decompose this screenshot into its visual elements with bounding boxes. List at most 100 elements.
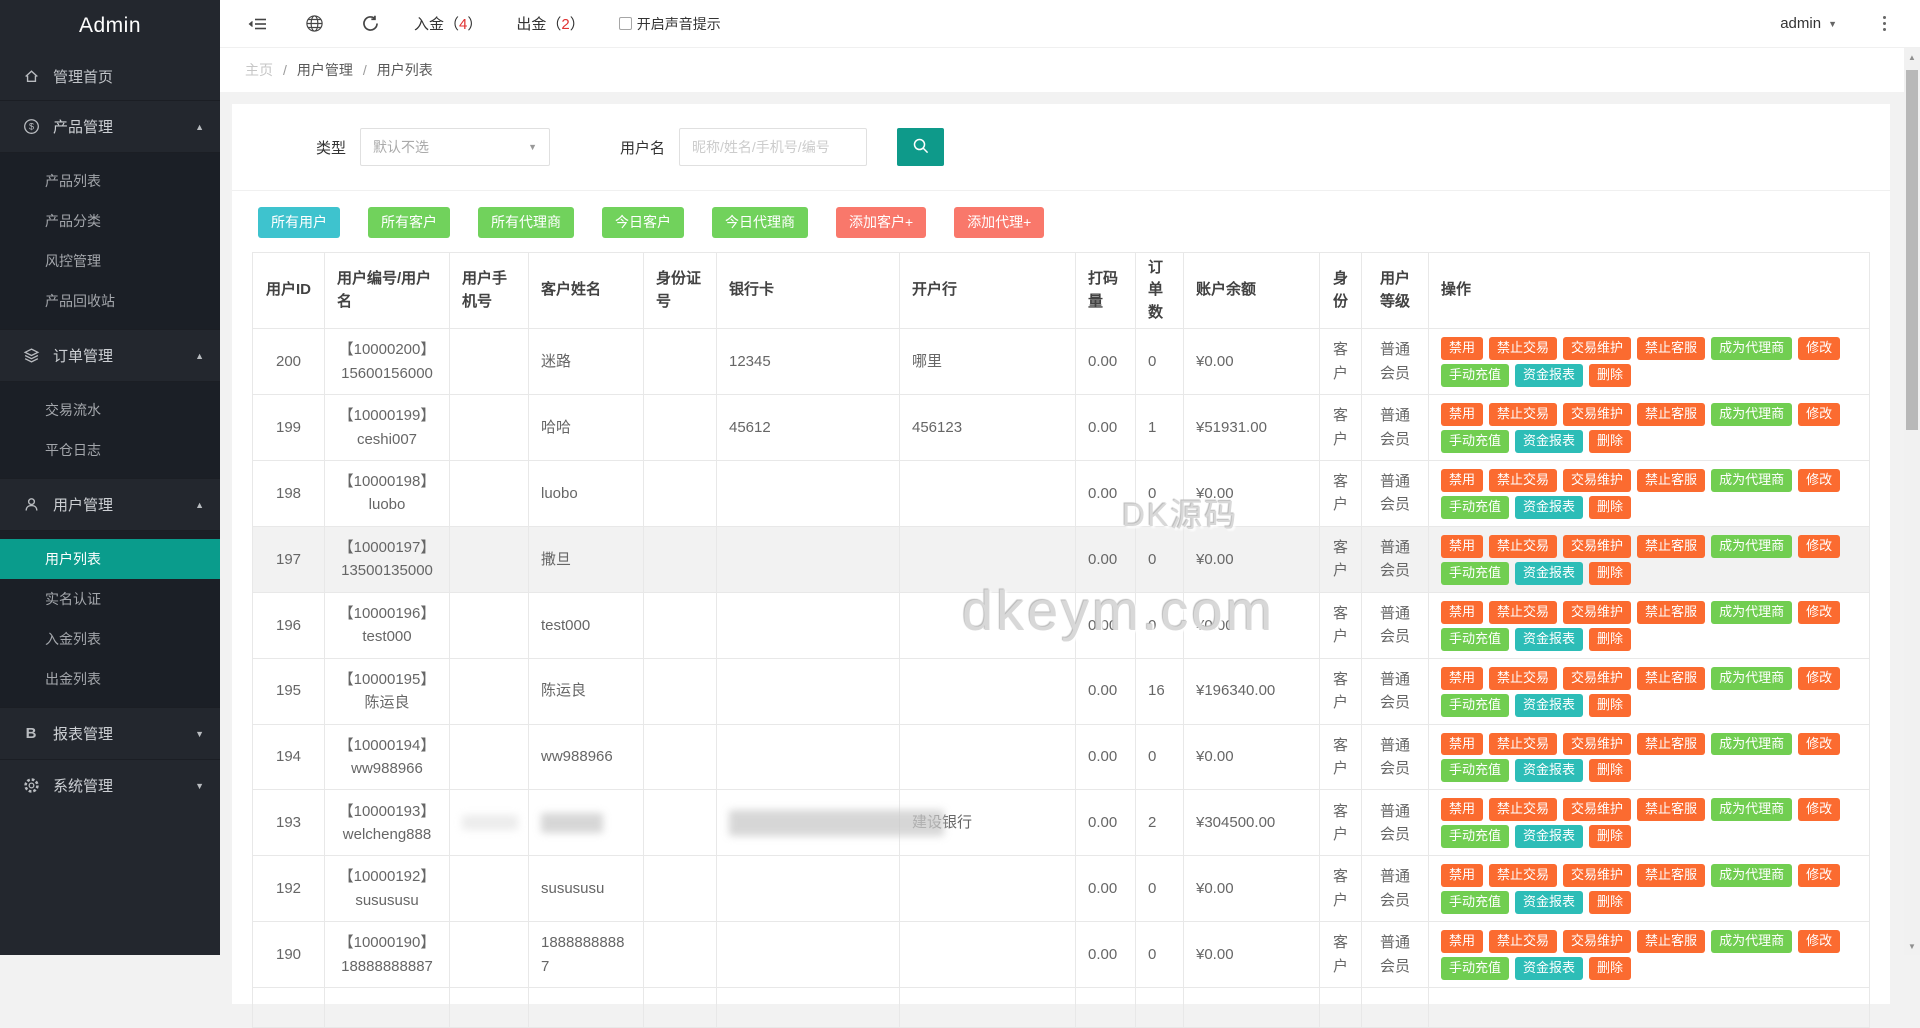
edit-button[interactable]: 修改 <box>1798 864 1841 888</box>
disable-button[interactable]: 禁用 <box>1441 600 1484 624</box>
breadcrumb-home[interactable]: 主页 <box>245 60 273 80</box>
forbid-trade-button[interactable]: 禁止交易 <box>1489 732 1558 756</box>
edit-button[interactable]: 修改 <box>1798 534 1841 558</box>
sidebar-item-trade-flow[interactable]: 交易流水 <box>0 390 220 430</box>
manual-recharge-button[interactable]: 手动充值 <box>1441 693 1510 717</box>
all-users-button[interactable]: 所有用户 <box>258 207 340 238</box>
sidebar-item-home[interactable]: 管理首页 <box>0 52 220 100</box>
forbid-trade-button[interactable]: 禁止交易 <box>1489 864 1558 888</box>
disable-button[interactable]: 禁用 <box>1441 864 1484 888</box>
fund-report-button[interactable]: 资金报表 <box>1515 759 1584 783</box>
disable-button[interactable]: 禁用 <box>1441 666 1484 690</box>
trade-maintenance-button[interactable]: 交易维护 <box>1563 469 1632 492</box>
become-agent-button[interactable]: 成为代理商 <box>1711 337 1793 361</box>
disable-button[interactable]: 禁用 <box>1441 930 1484 954</box>
become-agent-button[interactable]: 成为代理商 <box>1711 930 1793 954</box>
trade-maintenance-button[interactable]: 交易维护 <box>1563 864 1632 888</box>
add-agent-button[interactable]: 添加代理+ <box>954 207 1045 238</box>
deposit-count[interactable]: 入金（4） <box>414 13 482 34</box>
become-agent-button[interactable]: 成为代理商 <box>1711 798 1793 822</box>
trade-maintenance-button[interactable]: 交易维护 <box>1563 403 1632 427</box>
forbid-service-button[interactable]: 禁止客服 <box>1637 798 1706 822</box>
manual-recharge-button[interactable]: 手动充值 <box>1441 495 1510 519</box>
become-agent-button[interactable]: 成为代理商 <box>1711 864 1793 888</box>
sidebar-item-products[interactable]: $ 产品管理 ▲ <box>0 100 220 152</box>
become-agent-button[interactable]: 成为代理商 <box>1711 732 1793 756</box>
edit-button[interactable]: 修改 <box>1798 403 1841 427</box>
disable-button[interactable]: 禁用 <box>1441 403 1484 427</box>
sidebar-item-withdraw-list[interactable]: 出金列表 <box>0 659 220 699</box>
delete-button[interactable]: 删除 <box>1589 561 1632 585</box>
disable-button[interactable]: 禁用 <box>1441 337 1484 361</box>
search-button[interactable] <box>897 128 945 166</box>
disable-button[interactable]: 禁用 <box>1441 469 1484 492</box>
sidebar-item-user-list[interactable]: 用户列表 <box>0 539 220 579</box>
forbid-service-button[interactable]: 禁止客服 <box>1637 337 1706 361</box>
sidebar-item-users[interactable]: 用户管理 ▲ <box>0 478 220 530</box>
disable-button[interactable]: 禁用 <box>1441 534 1484 558</box>
manual-recharge-button[interactable]: 手动充值 <box>1441 759 1510 783</box>
sidebar-item-product-list[interactable]: 产品列表 <box>0 161 220 201</box>
fund-report-button[interactable]: 资金报表 <box>1515 495 1584 519</box>
delete-button[interactable]: 删除 <box>1589 759 1632 783</box>
sidebar-item-orders[interactable]: 订单管理 ▲ <box>0 329 220 381</box>
today-agents-button[interactable]: 今日代理商 <box>712 207 808 238</box>
fund-report-button[interactable]: 资金报表 <box>1515 891 1584 915</box>
delete-button[interactable]: 删除 <box>1589 891 1632 915</box>
delete-button[interactable]: 删除 <box>1589 627 1632 651</box>
forbid-service-button[interactable]: 禁止客服 <box>1637 732 1706 756</box>
delete-button[interactable]: 删除 <box>1589 693 1632 717</box>
fund-report-button[interactable]: 资金报表 <box>1515 957 1584 981</box>
forbid-trade-button[interactable]: 禁止交易 <box>1489 930 1558 954</box>
delete-button[interactable]: 删除 <box>1589 364 1632 388</box>
scrollbar-up-arrow[interactable]: ▲ <box>1904 50 1920 64</box>
trade-maintenance-button[interactable]: 交易维护 <box>1563 600 1632 624</box>
more-options-icon[interactable] <box>1883 16 1886 31</box>
forbid-service-button[interactable]: 禁止客服 <box>1637 403 1706 427</box>
today-customers-button[interactable]: 今日客户 <box>602 207 684 238</box>
become-agent-button[interactable]: 成为代理商 <box>1711 403 1793 427</box>
edit-button[interactable]: 修改 <box>1798 337 1841 361</box>
sidebar-item-real-name-auth[interactable]: 实名认证 <box>0 579 220 619</box>
forbid-service-button[interactable]: 禁止客服 <box>1637 469 1706 492</box>
sound-alert-checkbox[interactable] <box>618 17 632 30</box>
manual-recharge-button[interactable]: 手动充值 <box>1441 364 1510 388</box>
trade-maintenance-button[interactable]: 交易维护 <box>1563 534 1632 558</box>
fund-report-button[interactable]: 资金报表 <box>1515 364 1584 388</box>
edit-button[interactable]: 修改 <box>1798 798 1841 822</box>
forbid-service-button[interactable]: 禁止客服 <box>1637 666 1706 690</box>
menu-fold-icon[interactable] <box>246 12 270 36</box>
manual-recharge-button[interactable]: 手动充值 <box>1441 430 1510 454</box>
disable-button[interactable]: 禁用 <box>1441 798 1484 822</box>
forbid-trade-button[interactable]: 禁止交易 <box>1489 337 1558 361</box>
forbid-trade-button[interactable]: 禁止交易 <box>1489 403 1558 427</box>
admin-dropdown[interactable]: admin ▼ <box>1780 15 1837 32</box>
manual-recharge-button[interactable]: 手动充值 <box>1441 627 1510 651</box>
forbid-trade-button[interactable]: 禁止交易 <box>1489 798 1558 822</box>
delete-button[interactable]: 删除 <box>1589 495 1632 519</box>
type-filter-select[interactable]: 默认不选 ▼ <box>360 128 551 166</box>
add-customer-button[interactable]: 添加客户+ <box>836 207 927 238</box>
sidebar-item-product-recycle[interactable]: 产品回收站 <box>0 281 220 321</box>
sidebar-item-deposit-list[interactable]: 入金列表 <box>0 619 220 659</box>
fund-report-button[interactable]: 资金报表 <box>1515 693 1584 717</box>
fund-report-button[interactable]: 资金报表 <box>1515 561 1584 585</box>
forbid-service-button[interactable]: 禁止客服 <box>1637 534 1706 558</box>
edit-button[interactable]: 修改 <box>1798 600 1841 624</box>
trade-maintenance-button[interactable]: 交易维护 <box>1563 666 1632 690</box>
trade-maintenance-button[interactable]: 交易维护 <box>1563 798 1632 822</box>
forbid-trade-button[interactable]: 禁止交易 <box>1489 534 1558 558</box>
edit-button[interactable]: 修改 <box>1798 930 1841 954</box>
fund-report-button[interactable]: 资金报表 <box>1515 825 1584 849</box>
forbid-service-button[interactable]: 禁止客服 <box>1637 864 1706 888</box>
sidebar-item-risk-control[interactable]: 风控管理 <box>0 241 220 281</box>
edit-button[interactable]: 修改 <box>1798 469 1841 492</box>
delete-button[interactable]: 删除 <box>1589 430 1632 454</box>
become-agent-button[interactable]: 成为代理商 <box>1711 534 1793 558</box>
scrollbar-thumb[interactable] <box>1906 70 1918 430</box>
manual-recharge-button[interactable]: 手动充值 <box>1441 891 1510 915</box>
disable-button[interactable]: 禁用 <box>1441 732 1484 756</box>
sidebar-item-product-category[interactable]: 产品分类 <box>0 201 220 241</box>
scrollbar-down-arrow[interactable]: ▼ <box>1904 939 1920 953</box>
forbid-trade-button[interactable]: 禁止交易 <box>1489 469 1558 492</box>
